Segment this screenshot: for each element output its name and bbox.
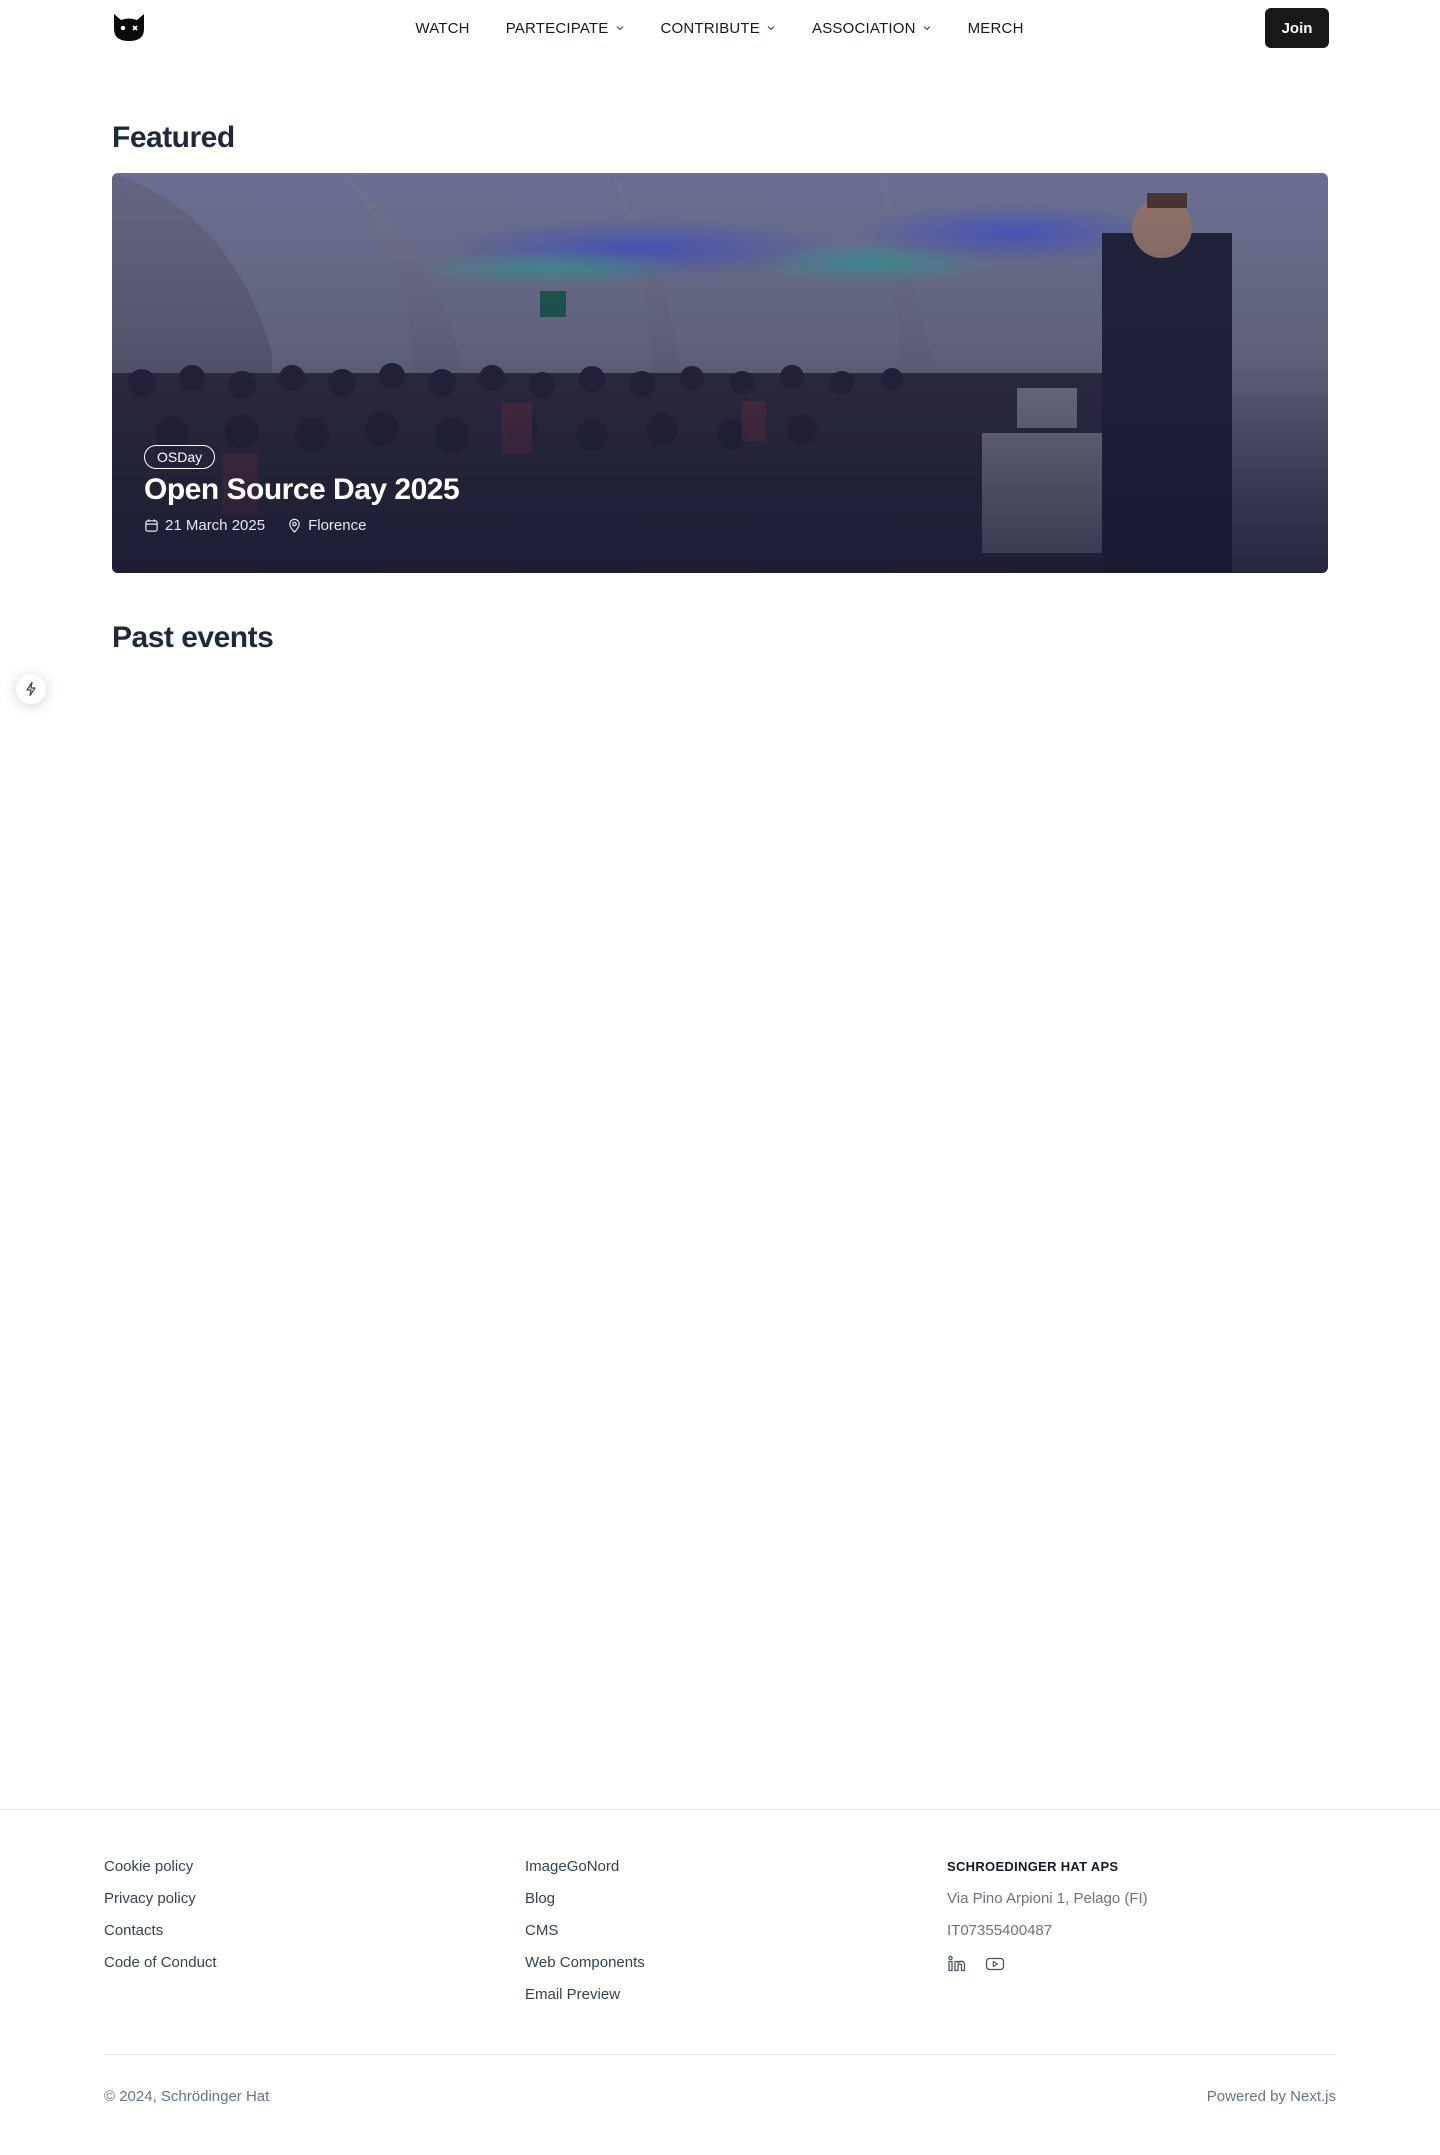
- event-location-text: Florence: [308, 517, 367, 534]
- featured-heading: Featured: [112, 121, 235, 154]
- web-components-link[interactable]: Web Components: [525, 1954, 645, 1972]
- event-date: 21 March 2025: [144, 517, 265, 534]
- social-links: [947, 1954, 1148, 1974]
- code-of-conduct-link[interactable]: Code of Conduct: [104, 1954, 217, 1972]
- company-name: SCHROEDINGER HAT APS: [947, 1859, 1119, 1874]
- calendar-icon: [145, 519, 158, 532]
- copyright-text: © 2024, Schrödinger Hat: [104, 2088, 270, 2105]
- footer-top-border: [0, 1809, 1440, 1810]
- event-meta: 21 March 2025 Florence: [144, 517, 366, 534]
- footer-divider: [104, 2054, 1336, 2055]
- chevron-down-icon: [923, 26, 930, 31]
- nav-contribute-label: CONTRIBUTE: [660, 19, 760, 37]
- chevron-down-icon: [767, 26, 775, 31]
- nav-association[interactable]: ASSOCIATION: [812, 20, 932, 37]
- blog-link[interactable]: Blog: [525, 1890, 645, 1908]
- join-button[interactable]: Join: [1265, 8, 1329, 48]
- nav-merch-label: MERCH: [967, 19, 1024, 37]
- footer-legal-links: Cookie policy Privacy policy Contacts Co…: [104, 1858, 217, 1972]
- nav-watch-label: WATCH: [415, 19, 470, 37]
- nextjs-devtools-badge[interactable]: [16, 674, 46, 704]
- nav-contribute[interactable]: CONTRIBUTE: [661, 20, 777, 37]
- featured-event-card[interactable]: OSDay Open Source Day 2025 21 March 2025…: [112, 173, 1328, 573]
- linkedin-icon[interactable]: [947, 1954, 967, 1974]
- event-date-text: 21 March 2025: [165, 517, 266, 534]
- contacts-link[interactable]: Contacts: [104, 1922, 217, 1940]
- lightning-icon: [26, 681, 36, 697]
- past-events-heading: Past events: [112, 621, 274, 654]
- hero-overlay: [112, 173, 1328, 573]
- company-address: Via Pino Arpioni 1, Pelago (FI): [947, 1890, 1148, 1907]
- event-title: Open Source Day 2025: [144, 473, 460, 506]
- nav-association-label: ASSOCIATION: [812, 19, 916, 37]
- company-vat: IT07355400487: [947, 1922, 1053, 1939]
- chevron-down-icon: [616, 26, 623, 31]
- location-pin-icon: [289, 518, 300, 533]
- nav-merch[interactable]: MERCH: [968, 20, 1024, 37]
- imagegonord-link[interactable]: ImageGoNord: [525, 1858, 645, 1876]
- cat-logo-icon[interactable]: [112, 12, 146, 42]
- event-location: Florence: [287, 517, 366, 534]
- email-preview-link[interactable]: Email Preview: [525, 1986, 645, 2004]
- footer-project-links: ImageGoNord Blog CMS Web Components Emai…: [525, 1858, 645, 2004]
- nav-partecipate[interactable]: PARTECIPATE: [506, 20, 625, 37]
- footer-company-info: SCHROEDINGER HAT APS Via Pino Arpioni 1,…: [947, 1858, 1148, 1974]
- youtube-icon[interactable]: [985, 1954, 1005, 1974]
- nav-partecipate-label: PARTECIPATE: [505, 19, 609, 37]
- site-header: WATCH PARTECIPATE CONTRIBUTE ASSOCIATION…: [0, 0, 1440, 56]
- cookie-policy-link[interactable]: Cookie policy: [104, 1858, 217, 1876]
- cms-link[interactable]: CMS: [525, 1922, 645, 1940]
- main-nav: WATCH PARTECIPATE CONTRIBUTE ASSOCIATION…: [0, 0, 1440, 56]
- event-tag[interactable]: OSDay: [144, 445, 216, 469]
- privacy-policy-link[interactable]: Privacy policy: [104, 1890, 217, 1908]
- powered-by-link[interactable]: Powered by Next.js: [1207, 2088, 1336, 2105]
- nav-watch[interactable]: WATCH: [415, 20, 469, 37]
